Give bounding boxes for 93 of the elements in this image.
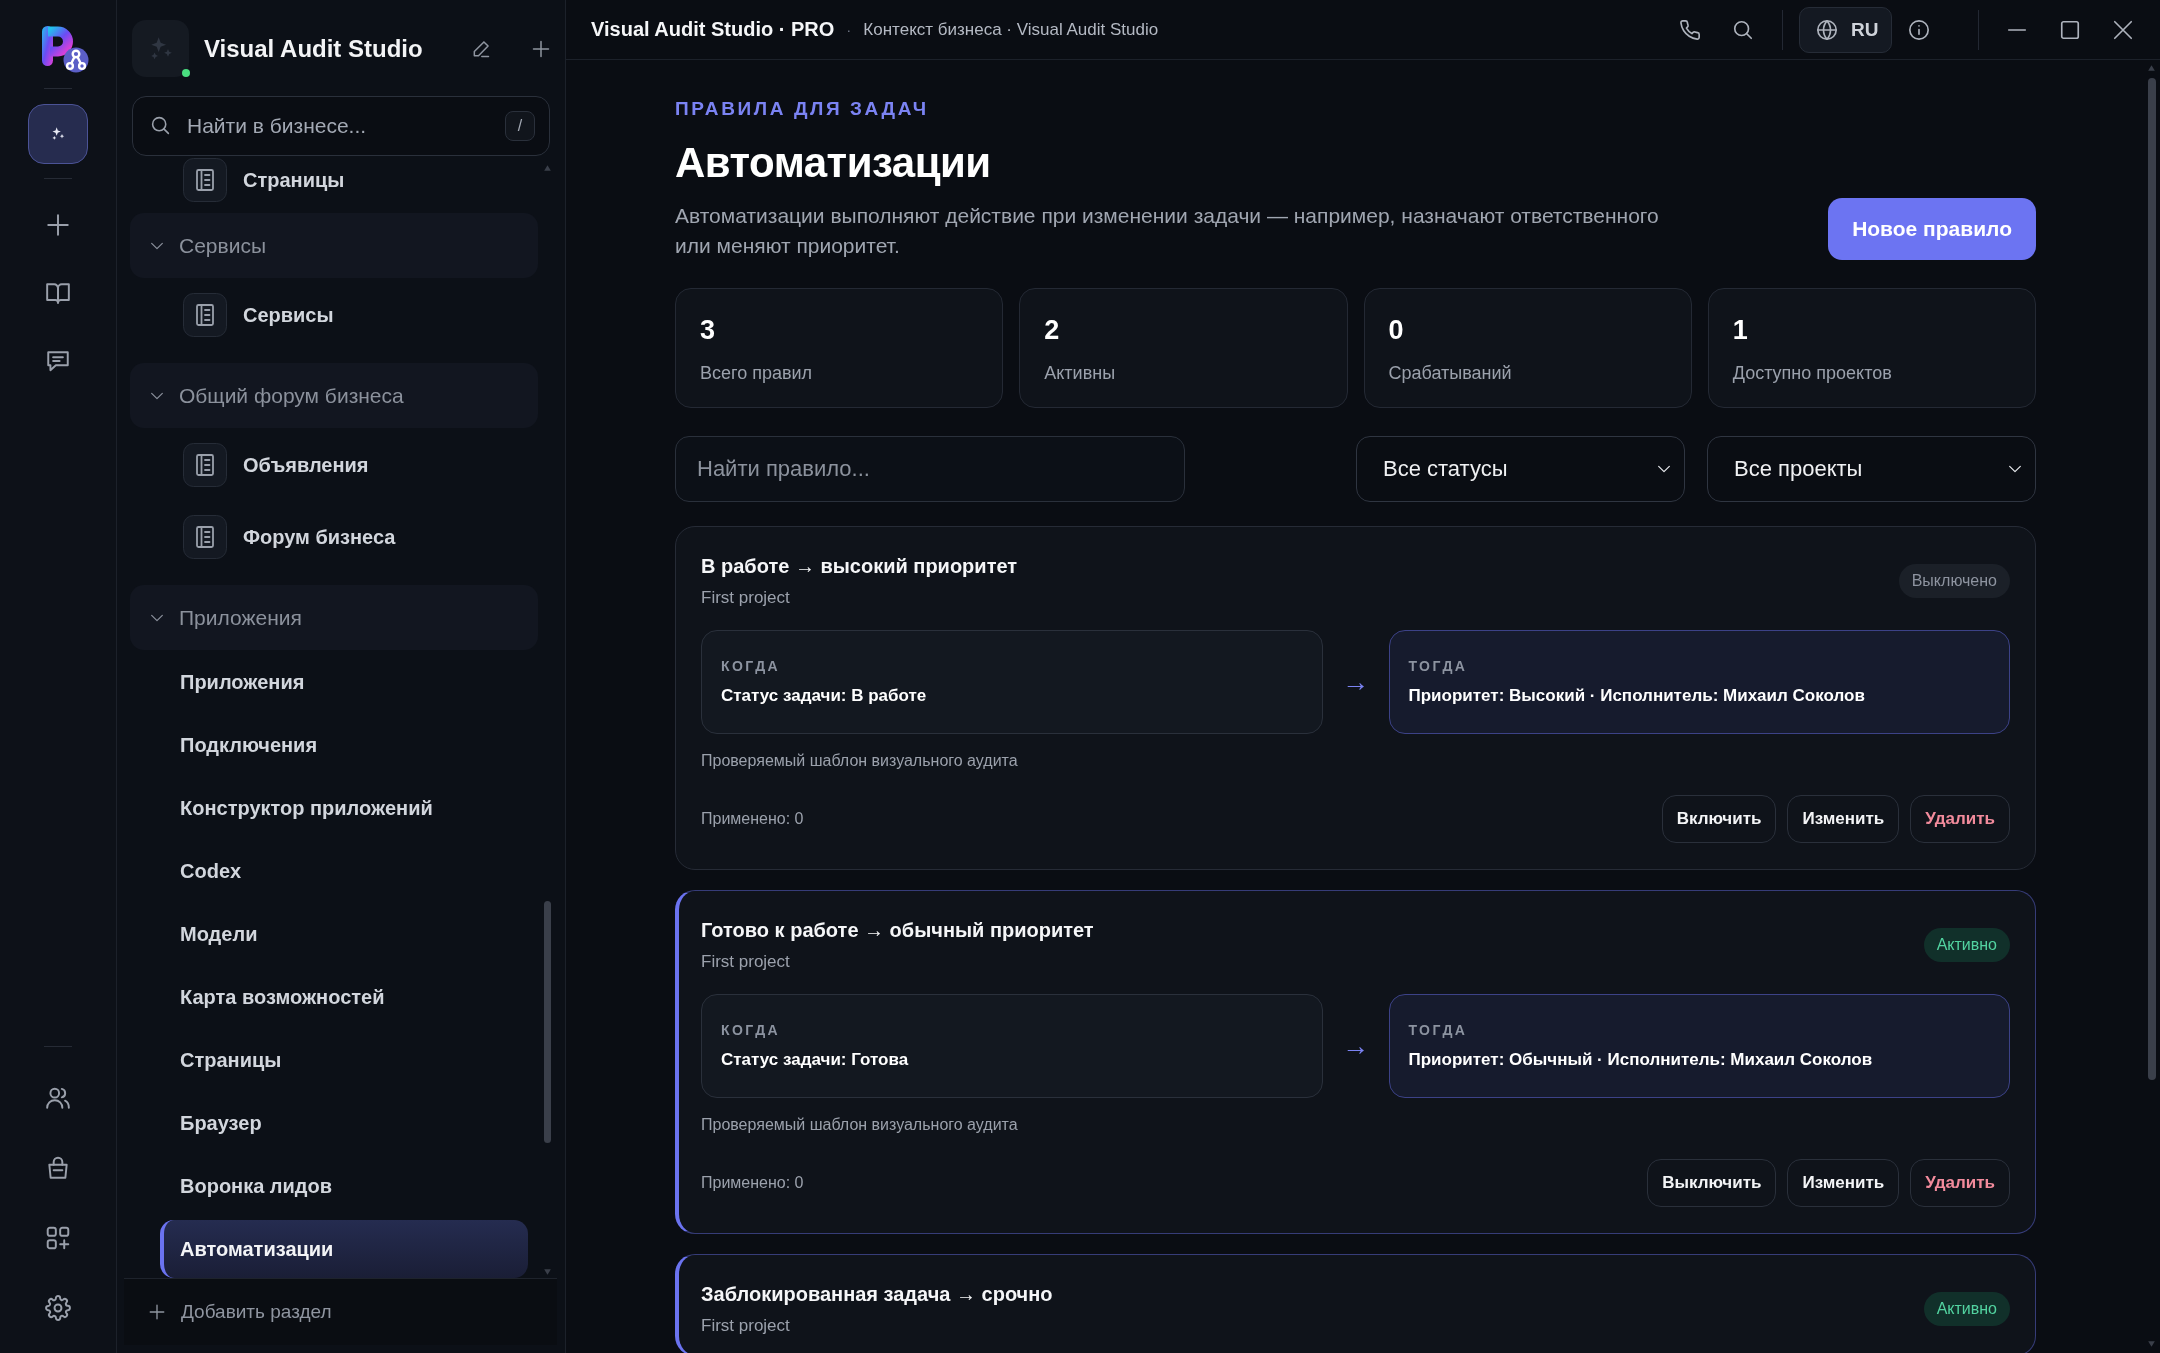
status-dropdown[interactable]: Все статусы <box>1356 436 1685 502</box>
scrollbar-thumb[interactable] <box>544 901 551 1143</box>
stat-value: 2 <box>1044 314 1061 346</box>
shortcut-key: / <box>505 111 535 141</box>
apps-add-icon[interactable] <box>45 1225 71 1251</box>
search-field[interactable]: Найти правило... <box>675 436 1185 502</box>
breadcrumb: Контекст бизнеса · Visual Audit Studio <box>863 19 1159 40</box>
sidebar-item[interactable]: Карта возможностей <box>160 968 528 1026</box>
action-value: Приоритет: Высокий · Исполнитель: Михаил Соколов <box>1408 685 1866 707</box>
sidebar-item[interactable]: Модели <box>160 905 528 963</box>
group-header[interactable]: Общий форум бизнеса <box>130 363 538 428</box>
document-icon <box>183 443 227 487</box>
stat-label: Доступно проектов <box>1732 362 1893 384</box>
new-rule-button[interactable]: Новое правило <box>1828 198 2036 260</box>
toggle-button[interactable]: Выключить <box>1647 1159 1777 1207</box>
stat-label: Срабатываний <box>1388 362 1513 384</box>
edit-button[interactable]: Изменить <box>1787 1159 1900 1207</box>
status-badge: Активно <box>1923 1292 2010 1326</box>
section-eyebrow: ПРАВИЛА ДЛЯ ЗАДАЧ <box>675 98 930 120</box>
app-title: Visual Audit Studio · PRO <box>591 18 835 41</box>
plus-icon <box>45 212 71 238</box>
stat-value: 0 <box>1388 314 1405 346</box>
plus-icon[interactable] <box>531 38 551 59</box>
sidebar-item[interactable]: Воронка лидов <box>160 1157 528 1215</box>
bag-icon[interactable] <box>45 1155 71 1181</box>
close-icon[interactable] <box>2112 18 2134 41</box>
document-icon <box>183 293 227 337</box>
sidebar-item[interactable]: Форум бизнеса <box>173 515 538 559</box>
sidebar-item[interactable]: Конструктор приложений <box>160 779 528 837</box>
template-note: Проверяемый шаблон визуального аудита <box>701 1115 1019 1135</box>
sparkle-icon <box>50 126 66 142</box>
search-icon[interactable] <box>1732 18 1754 41</box>
delete-button[interactable]: Удалить <box>1910 795 2010 843</box>
stat-value: 3 <box>700 314 717 346</box>
condition-label: КОГДА <box>721 657 782 675</box>
globe-icon <box>1816 18 1838 41</box>
sidebar-item[interactable]: Codex <box>160 842 528 900</box>
project-name: First project <box>701 587 791 609</box>
condition-label: КОГДА <box>721 1021 782 1039</box>
sidebar-item[interactable]: Автоматизации <box>160 1220 528 1278</box>
workspace-name: Visual Audit Studio <box>204 34 424 63</box>
rule-title: Заблокированная задача → срочно <box>701 1282 1053 1307</box>
status-badge: Активно <box>1923 928 2010 962</box>
sidebar-item[interactable]: Приложения <box>160 653 528 711</box>
chat-icon <box>45 348 71 374</box>
template-note: Проверяемый шаблон визуального аудита <box>701 751 1019 771</box>
stat-label: Активны <box>1044 362 1117 384</box>
flow-arrow: → <box>1342 1030 1369 1062</box>
language-button[interactable]: RU <box>1799 6 1892 53</box>
stat-value: 1 <box>1732 314 1749 346</box>
title-separator: · <box>846 21 852 38</box>
project-name: First project <box>701 1315 791 1337</box>
people-icon[interactable] <box>45 1085 71 1111</box>
status-badge: Выключено <box>1898 564 2010 598</box>
edit-button[interactable]: Изменить <box>1787 795 1900 843</box>
applied-count: Применено: 0 <box>701 1174 804 1192</box>
app-logo <box>40 24 90 74</box>
plus-icon <box>148 1303 166 1321</box>
sidebar-item[interactable]: Объявления <box>173 443 538 487</box>
search-icon <box>150 115 171 136</box>
delete-button[interactable]: Удалить <box>1910 1159 2010 1207</box>
maximize-icon[interactable] <box>2059 18 2081 41</box>
toggle-button[interactable]: Включить <box>1661 795 1777 843</box>
applied-count: Применено: 0 <box>701 810 804 828</box>
document-icon <box>183 158 227 202</box>
book-icon <box>45 280 71 306</box>
add-section-button[interactable]: Добавить раздел <box>124 1278 557 1345</box>
rule-title: Готово к работе → обычный приоритет <box>701 918 1094 943</box>
group-header[interactable]: Сервисы <box>130 213 538 278</box>
project-dropdown[interactable]: Все проекты <box>1707 436 2036 502</box>
stat-label: Всего правил <box>700 362 814 384</box>
condition-value: Статус задачи: В работе <box>721 685 928 707</box>
sidebar-item[interactable]: Страницы <box>173 158 538 202</box>
action-value: Приоритет: Обычный · Исполнитель: Михаил Соколов <box>1408 1049 1874 1071</box>
edit-icon[interactable] <box>471 38 491 59</box>
action-label: ТОГДА <box>1408 1021 1469 1039</box>
group-header[interactable]: Приложения <box>130 585 538 650</box>
action-label: ТОГДА <box>1408 657 1469 675</box>
sidebar-item[interactable]: Подключения <box>160 716 528 774</box>
page-description: Автоматизации выполняют действие при изменении задачи — например, назначают ответственного или меняют приоритет. <box>675 203 1660 259</box>
info-icon[interactable] <box>1908 18 1930 41</box>
condition-value: Статус задачи: Готова <box>721 1049 910 1071</box>
rule-title: В работе → высокий приоритет <box>701 554 1018 579</box>
sidebar-item[interactable]: Браузер <box>160 1094 528 1152</box>
document-icon <box>183 515 227 559</box>
settings-icon[interactable] <box>45 1295 71 1321</box>
scrollbar-thumb[interactable] <box>2148 78 2156 1080</box>
sidebar-item[interactable]: Страницы <box>160 1031 528 1089</box>
page-title: Автоматизации <box>675 138 992 188</box>
phone-icon[interactable] <box>1679 18 1701 41</box>
sidebar-item[interactable]: Сервисы <box>173 293 538 337</box>
project-name: First project <box>701 951 791 973</box>
flow-arrow: → <box>1342 666 1369 698</box>
